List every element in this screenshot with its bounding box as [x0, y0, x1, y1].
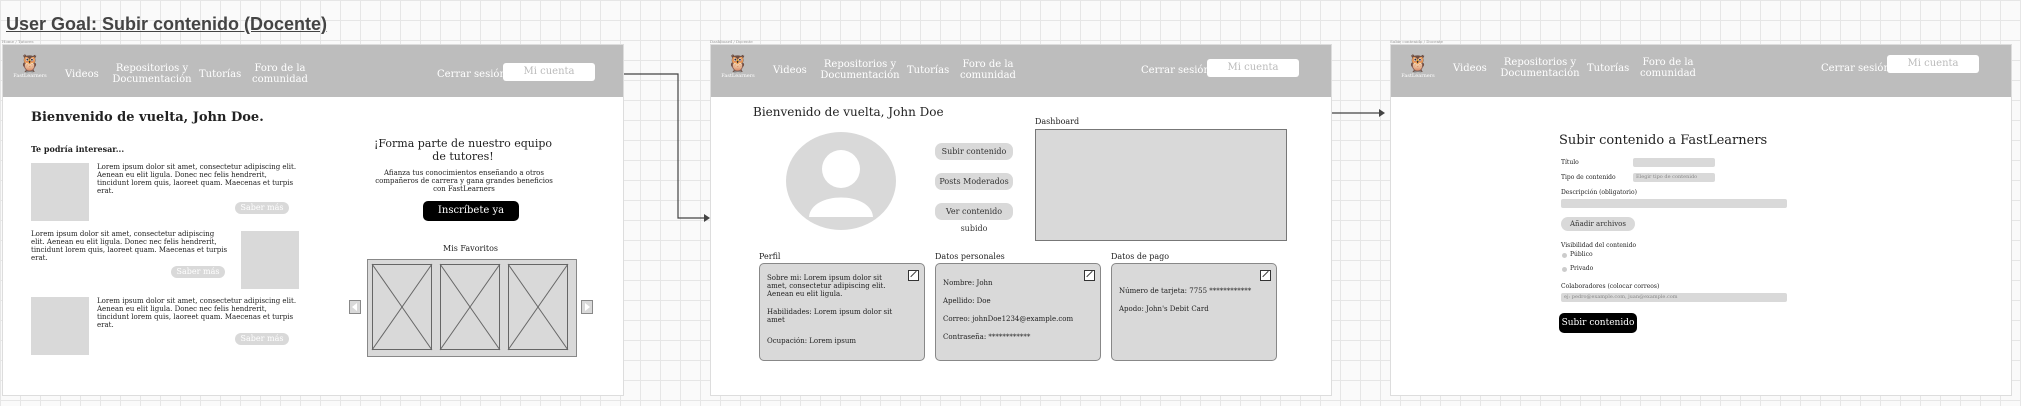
join-tutors-text: Afianza tus conocimientos enseñando a ot… — [375, 169, 553, 193]
join-now-button[interactable]: Inscríbete ya — [423, 201, 519, 221]
description-label: Descripción (obligatorio) — [1561, 189, 1637, 196]
nav-repositories[interactable]: Repositorios y Documentación — [1495, 57, 1585, 79]
read-more-button[interactable]: Saber más — [235, 202, 289, 214]
carousel-prev-icon[interactable] — [349, 300, 361, 314]
carousel-next-icon[interactable] — [581, 300, 593, 314]
recommendation-thumbnail — [241, 231, 299, 289]
description-input[interactable] — [1561, 199, 1787, 208]
favorites-heading: Mis Favoritos — [443, 244, 499, 253]
nav-forum[interactable]: Foro de la comunidad — [1637, 57, 1699, 79]
nav-forum[interactable]: Foro de la comunidad — [249, 63, 311, 85]
private-radio[interactable] — [1562, 267, 1567, 272]
payment-alias: Apodo: John's Debit Card — [1119, 305, 1209, 313]
owl-icon: 🦉 — [727, 54, 749, 74]
recommendation-text: Lorem ipsum dolor sit amet, consectetur … — [31, 230, 228, 262]
upload-content-button[interactable]: Subir contenido — [935, 143, 1013, 160]
personal-data-card: Nombre: John Apellido: Doe Correo: johnD… — [935, 263, 1101, 361]
dashboard-label: Dashboard — [1035, 117, 1080, 126]
recommendation-text: Lorem ipsum dolor sit amet, consectetur … — [97, 163, 297, 195]
owl-icon: 🦉 — [19, 54, 41, 74]
frame-tag: Subir contenido / Docente — [1390, 39, 1444, 44]
favorite-image-placeholder[interactable] — [371, 263, 433, 351]
logo[interactable]: 🦉 FastLearners — [13, 55, 47, 79]
frame-tag: Dashboard / Docente — [710, 39, 753, 44]
recommendation-text: Lorem ipsum dolor sit amet, consectetur … — [97, 297, 297, 329]
collaborators-label: Colaboradores (colocar correos) — [1561, 283, 1660, 290]
title-input[interactable] — [1633, 158, 1715, 167]
my-account-button[interactable]: Mi cuenta — [503, 63, 595, 81]
profile-label: Perfil — [759, 252, 781, 261]
welcome-heading: Bienvenido de vuelta, John Doe. — [31, 110, 264, 125]
profile-occupation: Ocupación: Lorem ipsum — [767, 337, 856, 345]
favorite-image-placeholder[interactable] — [439, 263, 501, 351]
upload-content-screen: 🦉 FastLearners Videos Repositorios y Doc… — [1390, 44, 2012, 396]
profile-skills: Habilidades: Lorem ipsum dolor sit amet — [767, 308, 893, 324]
nav-tutorias[interactable]: Tutorías — [907, 65, 949, 76]
top-navbar: 🦉 FastLearners Videos Repositorios y Doc… — [1391, 45, 2011, 97]
personal-data-label: Datos personales — [935, 252, 1005, 261]
my-account-button[interactable]: Mi cuenta — [1887, 55, 1979, 73]
submit-content-button[interactable]: Subir contenido — [1559, 313, 1637, 333]
payment-data-label: Datos de pago — [1111, 252, 1170, 261]
upload-title: Subir contenido a FastLearners — [1559, 133, 1768, 148]
logo[interactable]: 🦉 FastLearners — [721, 55, 755, 79]
logo-text: FastLearners — [13, 73, 47, 79]
edit-icon[interactable] — [908, 270, 919, 281]
nav-repositories[interactable]: Repositorios y Documentación — [107, 63, 197, 85]
public-radio[interactable] — [1562, 253, 1567, 258]
logout-link[interactable]: Cerrar sesión — [1821, 63, 1890, 74]
favorites-carousel — [367, 259, 577, 357]
payment-card-number: Número de tarjeta: 7755 ************ — [1119, 287, 1252, 295]
nav-repositories[interactable]: Repositorios y Documentación — [815, 59, 905, 81]
public-label: Público — [1570, 251, 1593, 258]
personal-surname: Apellido: Doe — [943, 297, 991, 305]
frame-tag: Home / Tutores — [2, 39, 34, 44]
moderated-posts-button[interactable]: Posts Moderados — [935, 173, 1013, 190]
profile-about: Sobre mi: Lorem ipsum dolor sit amet, co… — [767, 274, 886, 298]
profile-card: Sobre mi: Lorem ipsum dolor sit amet, co… — [759, 263, 925, 361]
recommendations-heading: Te podría interesar... — [31, 144, 125, 154]
recommendation-thumbnail — [31, 297, 89, 355]
add-files-button[interactable]: Añadir archivos — [1561, 217, 1635, 231]
logo[interactable]: 🦉 FastLearners — [1401, 55, 1435, 79]
view-uploaded-content-button[interactable]: Ver contenido subido — [935, 203, 1013, 233]
top-navbar: 🦉 FastLearners Videos Repositorios y Doc… — [711, 45, 1331, 97]
payment-data-card: Número de tarjeta: 7755 ************ Apo… — [1111, 263, 1277, 361]
my-account-button[interactable]: Mi cuenta — [1207, 59, 1299, 77]
user-avatar-icon — [786, 132, 896, 230]
collaborators-input[interactable]: ej: pedro@example.com, juan@example.com — [1561, 293, 1787, 302]
edit-icon[interactable] — [1260, 270, 1271, 281]
dashboard-screen: 🦉 FastLearners Videos Repositorios y Doc… — [710, 44, 1332, 396]
personal-password: Contraseña: ************ — [943, 333, 1031, 341]
personal-email: Correo: johnDoe1234@example.com — [943, 315, 1074, 323]
owl-icon: 🦉 — [1407, 54, 1429, 74]
recommendation-thumbnail — [31, 163, 89, 221]
logo-text: FastLearners — [721, 73, 755, 79]
join-tutors-title: ¡Forma parte de nuestro equipo de tutore… — [373, 137, 553, 163]
top-navbar: 🦉 FastLearners Videos Repositorios y Doc… — [3, 45, 623, 97]
nav-tutorias[interactable]: Tutorías — [1587, 63, 1629, 74]
private-label: Privado — [1570, 265, 1594, 272]
welcome-heading: Bienvenido de vuelta, John Doe — [753, 105, 944, 119]
nav-videos[interactable]: Videos — [65, 69, 99, 80]
edit-icon[interactable] — [1084, 270, 1095, 281]
read-more-button[interactable]: Saber más — [171, 266, 225, 278]
logout-link[interactable]: Cerrar sesión — [1141, 65, 1210, 76]
read-more-button[interactable]: Saber más — [235, 333, 289, 345]
visibility-label: Visibilidad del contenido — [1561, 242, 1637, 249]
title-label: Título — [1561, 159, 1579, 166]
nav-tutorias[interactable]: Tutorías — [199, 69, 241, 80]
home-screen: 🦉 FastLearners Videos Repositorios y Doc… — [2, 44, 624, 396]
logout-link[interactable]: Cerrar sesión — [437, 69, 506, 80]
favorite-image-placeholder[interactable] — [507, 263, 569, 351]
nav-forum[interactable]: Foro de la comunidad — [957, 59, 1019, 81]
logo-text: FastLearners — [1401, 73, 1435, 79]
dashboard-chart-area — [1035, 129, 1287, 241]
nav-videos[interactable]: Videos — [773, 65, 807, 76]
content-type-label: Tipo de contenido — [1561, 174, 1616, 181]
nav-videos[interactable]: Videos — [1453, 63, 1487, 74]
content-type-select[interactable]: Elegir tipo de contenido — [1633, 173, 1715, 182]
personal-name: Nombre: John — [943, 279, 993, 287]
